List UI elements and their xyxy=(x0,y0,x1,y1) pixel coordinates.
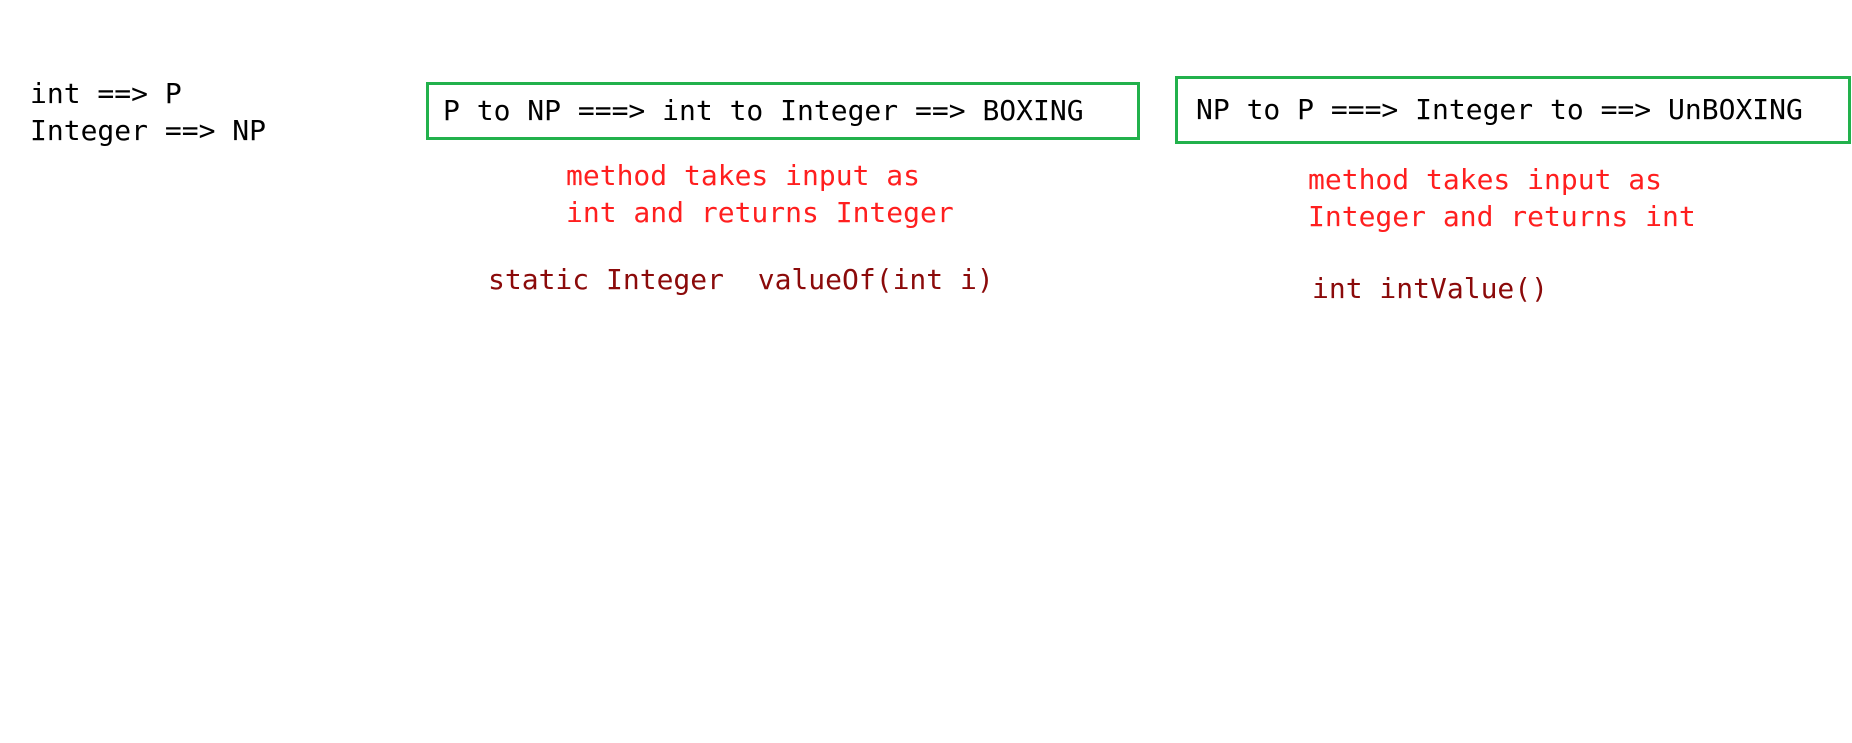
boxing-method-signature: static Integer valueOf(int i) xyxy=(488,263,994,296)
boxing-box: P to NP ===> int to Integer ==> BOXING xyxy=(426,82,1140,140)
unboxing-method-signature: int intValue() xyxy=(1312,272,1549,305)
boxing-note-line1: method takes input as xyxy=(566,159,921,192)
unboxing-note-line2: Integer and returns int xyxy=(1308,200,1696,233)
unboxing-box: NP to P ===> Integer to ==> UnBOXING xyxy=(1175,76,1851,144)
legend-line-primitive: int ==> P xyxy=(30,77,182,110)
unboxing-note-line1: method takes input as xyxy=(1308,163,1663,196)
boxing-note-line2: int and returns Integer xyxy=(566,196,954,229)
unboxing-box-text: NP to P ===> Integer to ==> UnBOXING xyxy=(1196,93,1803,126)
canvas: { "legend": { "line1": "int ==> P", "lin… xyxy=(0,0,1852,743)
legend-line-nonprimitive: Integer ==> NP xyxy=(30,114,267,147)
boxing-box-text: P to NP ===> int to Integer ==> BOXING xyxy=(443,94,1084,127)
